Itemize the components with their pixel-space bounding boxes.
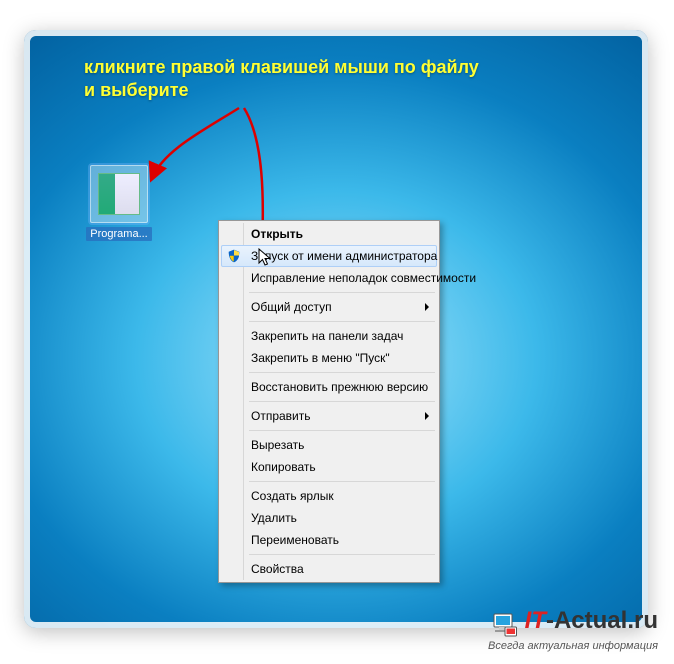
- menu-item-restore-previous[interactable]: Восстановить прежнюю версию: [221, 376, 437, 398]
- watermark: IT-Actual.ru Всегда актуальная информаци…: [488, 609, 658, 652]
- menu-separator: [249, 292, 435, 293]
- menu-item-send-to[interactable]: Отправить: [221, 405, 437, 427]
- menu-item-label: Запуск от имени администратора: [251, 249, 437, 263]
- menu-item-pin-taskbar[interactable]: Закрепить на панели задач: [221, 325, 437, 347]
- menu-separator: [249, 554, 435, 555]
- watermark-brand-it: IT: [525, 607, 546, 634]
- menu-item-properties[interactable]: Свойства: [221, 558, 437, 580]
- context-menu: Открыть Запуск от имени администратора И…: [218, 220, 440, 583]
- uac-shield-icon: [227, 249, 241, 263]
- menu-item-run-as-admin[interactable]: Запуск от имени администратора: [221, 245, 437, 267]
- menu-item-cut[interactable]: Вырезать: [221, 434, 437, 456]
- desktop-icon-program[interactable]: Programa...: [80, 165, 158, 241]
- watermark-brand-rest: -Actual.ru: [546, 607, 658, 634]
- menu-item-share[interactable]: Общий доступ: [221, 296, 437, 318]
- menu-separator: [249, 430, 435, 431]
- menu-separator: [249, 321, 435, 322]
- menu-item-rename[interactable]: Переименовать: [221, 529, 437, 551]
- instruction-text: кликните правой клавишей мыши по файлу и…: [84, 56, 479, 103]
- menu-item-open[interactable]: Открыть: [221, 223, 437, 245]
- chevron-right-icon: [425, 303, 429, 311]
- menu-item-copy[interactable]: Копировать: [221, 456, 437, 478]
- watermark-slogan: Всегда актуальная информация: [488, 641, 658, 652]
- executable-icon: [90, 165, 148, 223]
- desktop-icon-label: Programa...: [86, 227, 151, 241]
- menu-item-pin-start[interactable]: Закрепить в меню "Пуск": [221, 347, 437, 369]
- menu-item-label: Отправить: [251, 409, 311, 423]
- chevron-right-icon: [425, 412, 429, 420]
- menu-separator: [249, 481, 435, 482]
- menu-separator: [249, 401, 435, 402]
- menu-item-troubleshoot[interactable]: Исправление неполадок совместимости: [221, 267, 437, 289]
- menu-item-label: Общий доступ: [251, 300, 332, 314]
- site-logo-icon: [489, 611, 517, 639]
- menu-item-create-shortcut[interactable]: Создать ярлык: [221, 485, 437, 507]
- screenshot-frame: кликните правой клавишей мыши по файлу и…: [24, 30, 648, 628]
- menu-separator: [249, 372, 435, 373]
- menu-item-delete[interactable]: Удалить: [221, 507, 437, 529]
